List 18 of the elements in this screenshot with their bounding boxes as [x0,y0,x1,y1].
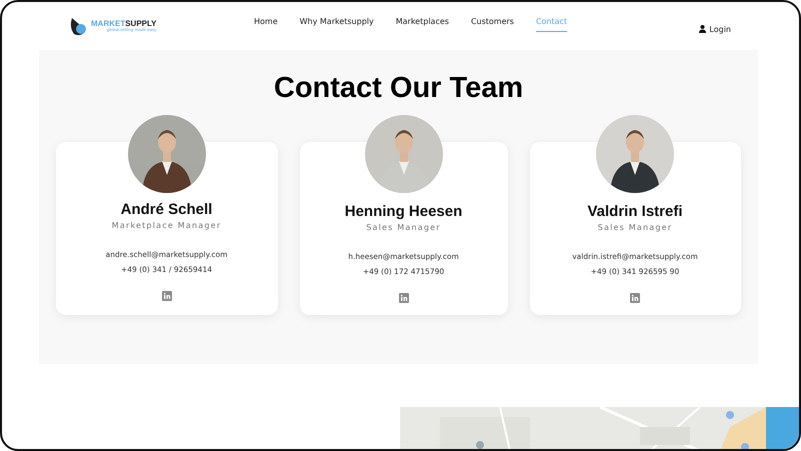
person-name: Valdrin Istrefi [587,203,683,220]
login-link[interactable]: Login [699,24,731,34]
job-title: Sales Manager [598,223,672,232]
user-icon [699,25,706,33]
job-title: Marketplace Manager [112,221,222,230]
side-panel [766,407,799,449]
nav-link[interactable]: Why Marketsupply [300,16,374,32]
nav-link[interactable]: Customers [470,16,514,32]
person-name: Henning Heesen [344,203,462,220]
person-name: André Schell [120,201,212,218]
linkedin-icon[interactable] [398,293,408,303]
brand-name: MARKETSUPPLY [91,20,156,28]
nav-link[interactable]: Home [254,16,278,32]
linkedin-icon[interactable] [162,291,172,301]
section-title: Contact Our Team [274,72,524,105]
linkedin-icon[interactable] [630,293,640,303]
nav-link[interactable]: Marketplaces [396,16,449,32]
job-title: Sales Manager [366,223,441,232]
